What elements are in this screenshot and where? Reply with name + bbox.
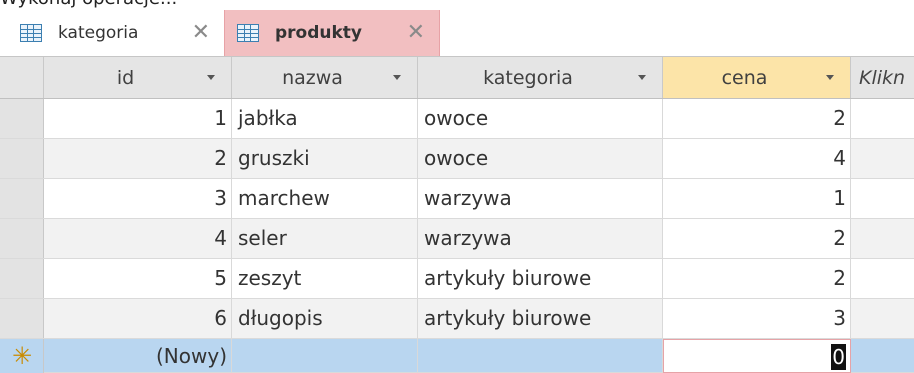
row-selector[interactable] bbox=[0, 179, 44, 218]
row-selector[interactable] bbox=[0, 139, 44, 178]
tab-label: kategoria bbox=[58, 23, 139, 43]
cell-nazwa[interactable]: seler bbox=[232, 219, 418, 258]
dropdown-arrow-icon[interactable] bbox=[826, 75, 834, 80]
cell-kategoria-new[interactable] bbox=[418, 339, 663, 373]
cena-input-value[interactable]: 0 bbox=[831, 344, 846, 370]
cell-nazwa[interactable]: jabłka bbox=[232, 99, 418, 138]
column-header-id[interactable]: id bbox=[44, 57, 232, 98]
header-row: id nazwa kategoria cena Klikn bbox=[0, 57, 914, 99]
tab-produkty[interactable]: produkty ✕ bbox=[224, 10, 440, 56]
tab-label: produkty bbox=[275, 23, 363, 43]
cell-id[interactable]: 6 bbox=[44, 299, 232, 338]
cell-nazwa[interactable]: marchew bbox=[232, 179, 418, 218]
table-icon bbox=[237, 24, 259, 42]
cell-cena[interactable]: 2 bbox=[663, 259, 851, 298]
table-row[interactable]: 5 zeszyt artykuły biurowe 2 bbox=[0, 259, 914, 299]
row-selector[interactable] bbox=[0, 219, 44, 258]
new-record-row[interactable]: ✳ (Nowy) 0 bbox=[0, 339, 914, 373]
cell-kategoria[interactable]: owoce bbox=[418, 139, 663, 178]
cell-cena[interactable]: 2 bbox=[663, 219, 851, 258]
select-all-corner[interactable] bbox=[0, 57, 44, 98]
table-row[interactable]: 2 gruszki owoce 4 bbox=[0, 139, 914, 179]
close-icon[interactable]: ✕ bbox=[407, 22, 425, 44]
close-icon[interactable]: ✕ bbox=[192, 22, 210, 44]
row-selector[interactable] bbox=[0, 99, 44, 138]
cell-kategoria[interactable]: artykuły biurowe bbox=[418, 299, 663, 338]
cell-nazwa[interactable]: gruszki bbox=[232, 139, 418, 178]
table-icon bbox=[20, 24, 42, 42]
row-selector[interactable] bbox=[0, 259, 44, 298]
table-row[interactable]: 1 jabłka owoce 2 bbox=[0, 99, 914, 139]
tab-strip: kategoria ✕ produkty ✕ bbox=[0, 10, 914, 57]
cell-cena[interactable]: 2 bbox=[663, 99, 851, 138]
column-header-add-new[interactable]: Klikn bbox=[851, 57, 914, 98]
cell-nazwa[interactable]: długopis bbox=[232, 299, 418, 338]
cell-cena-new[interactable]: 0 bbox=[663, 339, 851, 373]
cell-cena[interactable]: 4 bbox=[663, 139, 851, 178]
cell-kategoria[interactable]: owoce bbox=[418, 99, 663, 138]
cell-nazwa[interactable]: zeszyt bbox=[232, 259, 418, 298]
cell-nazwa-new[interactable] bbox=[232, 339, 418, 373]
cell-cena[interactable]: 3 bbox=[663, 299, 851, 338]
cell-kategoria[interactable]: warzywa bbox=[418, 179, 663, 218]
cell-kategoria[interactable]: artykuły biurowe bbox=[418, 259, 663, 298]
table-row[interactable]: 4 seler warzywa 2 bbox=[0, 219, 914, 259]
cell-id[interactable]: 2 bbox=[44, 139, 232, 178]
cell-kategoria[interactable]: warzywa bbox=[418, 219, 663, 258]
dropdown-arrow-icon[interactable] bbox=[393, 75, 401, 80]
cell-id[interactable]: 3 bbox=[44, 179, 232, 218]
cell-id[interactable]: 4 bbox=[44, 219, 232, 258]
table-row[interactable]: 3 marchew warzywa 1 bbox=[0, 179, 914, 219]
cell-id[interactable]: 5 bbox=[44, 259, 232, 298]
new-record-asterisk-icon: ✳ bbox=[11, 342, 33, 370]
column-header-nazwa[interactable]: nazwa bbox=[232, 57, 418, 98]
column-header-cena[interactable]: cena bbox=[663, 57, 851, 98]
tab-kategoria[interactable]: kategoria ✕ bbox=[8, 10, 224, 56]
top-text: Wykonaj operacje... bbox=[0, 0, 177, 8]
cell-id-new[interactable]: (Nowy) bbox=[44, 339, 232, 373]
row-selector[interactable]: ✳ bbox=[0, 339, 44, 373]
dropdown-arrow-icon[interactable] bbox=[638, 75, 646, 80]
row-selector[interactable] bbox=[0, 299, 44, 338]
column-header-kategoria[interactable]: kategoria bbox=[418, 57, 663, 98]
table-row[interactable]: 6 długopis artykuły biurowe 3 bbox=[0, 299, 914, 339]
cell-cena[interactable]: 1 bbox=[663, 179, 851, 218]
dropdown-arrow-icon[interactable] bbox=[207, 75, 215, 80]
cropped-top-text: Wykonaj operacje... bbox=[0, 0, 914, 8]
cell-id[interactable]: 1 bbox=[44, 99, 232, 138]
